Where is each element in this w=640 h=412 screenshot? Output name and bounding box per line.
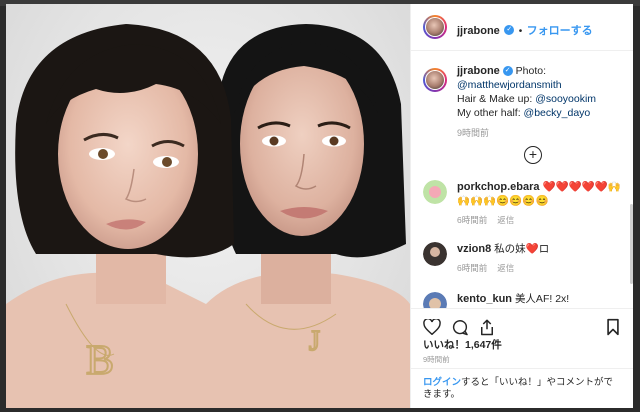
caption-photo-label: Photo: <box>515 65 546 77</box>
post-time: 9時間前 <box>423 355 450 364</box>
author-username[interactable]: jjrabone <box>457 25 500 37</box>
heart-icon[interactable] <box>423 319 441 335</box>
comment-item: kento_kun 美人AF! 2x! <box>423 292 628 308</box>
portrait-illustration: B J <box>6 24 410 408</box>
comment-text: 美人AF! 2x! <box>514 293 570 305</box>
follow-button[interactable]: フォローする <box>527 25 593 37</box>
caption-time: 9時間前 <box>457 128 490 138</box>
comment-item: porkchop.ebara ❤️❤️❤️❤️❤️🙌🙌🙌🙌😊😊😊😊 6時間前 返信 <box>423 180 628 226</box>
post-caption: jjrabone ✓ Photo: @matthewjordansmith Ha… <box>457 64 627 139</box>
reply-button[interactable]: 返信 <box>497 215 514 225</box>
post-sidebar: jjrabone ✓ • フォローする jjrabone ✓ Photo: @m… <box>410 4 633 408</box>
caption-username[interactable]: jjrabone <box>457 65 500 77</box>
reply-button[interactable]: 返信 <box>497 263 514 273</box>
comment-time: 6時間前 <box>457 215 488 225</box>
comment-username[interactable]: vzion8 <box>457 243 491 255</box>
instagram-post-modal: B J jjrabone ✓ • フォローする jjrabone ✓ Photo <box>6 4 633 408</box>
necklace-j-glyph: J <box>309 326 320 357</box>
author-avatar[interactable] <box>423 15 447 39</box>
comment-bubble-icon[interactable] <box>451 319 469 336</box>
comment-time: 6時間前 <box>457 263 488 273</box>
caption-avatar[interactable] <box>423 68 447 92</box>
comment-username[interactable]: porkchop.ebara <box>457 181 540 193</box>
share-icon[interactable] <box>479 318 495 336</box>
other-half-mention-link[interactable]: @becky_dayo <box>524 107 591 119</box>
post-photo[interactable]: B J <box>6 4 410 408</box>
login-link[interactable]: ログイン <box>423 377 461 388</box>
commenter-avatar[interactable] <box>423 180 447 204</box>
like-count[interactable]: いいね！1,647件 <box>423 337 502 352</box>
necklace-b-glyph: B <box>86 338 114 384</box>
post-header: jjrabone ✓ • フォローする <box>411 4 633 51</box>
other-half-label: My other half: <box>457 107 521 119</box>
header-author-row: jjrabone ✓ • フォローする <box>457 21 593 39</box>
verified-badge-icon: ✓ <box>502 66 513 77</box>
verified-badge-icon: ✓ <box>504 24 515 35</box>
load-more-comments-icon[interactable]: + <box>524 146 542 164</box>
login-prompt: ログインすると「いいね！」やコメントができます。 <box>411 368 633 408</box>
photographer-mention-link[interactable]: @matthewjordansmith <box>457 79 562 91</box>
commenter-avatar[interactable] <box>423 242 447 266</box>
comment-text: 私の妹❤️ロ <box>494 243 550 255</box>
comment-username[interactable]: kento_kun <box>457 293 512 305</box>
separator-dot: • <box>518 26 523 37</box>
hair-label: Hair & Make up: <box>457 93 533 105</box>
hair-mention-link[interactable]: @sooyookim <box>535 93 596 105</box>
commenter-avatar[interactable] <box>423 292 447 308</box>
comment-item: vzion8 私の妹❤️ロ 6時間前 返信 <box>423 242 628 274</box>
comments-scrollbar[interactable] <box>630 204 633 284</box>
bookmark-icon[interactable] <box>606 318 620 336</box>
